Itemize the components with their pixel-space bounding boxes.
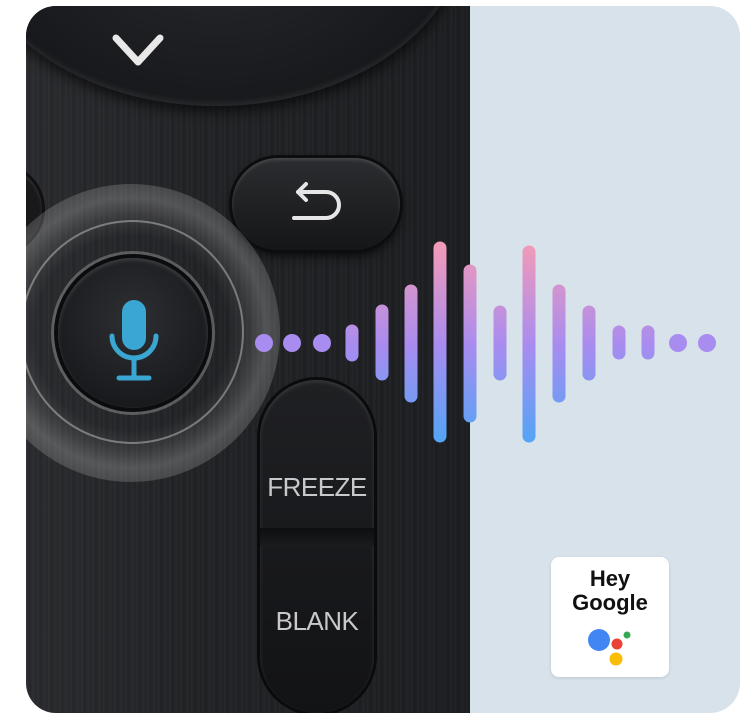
badge-line-2: Google [572, 590, 648, 615]
promo-card: FREEZE BLANK Hey Google [26, 6, 740, 713]
badge-line-1: Hey [589, 566, 631, 591]
wave-dot [698, 334, 716, 352]
google-assistant-icon [588, 629, 631, 666]
hey-google-badge: Hey Google [551, 557, 669, 677]
wave-dot [255, 334, 273, 352]
wave-dot [313, 334, 331, 352]
wave-dot [669, 334, 687, 352]
wave-dot [283, 334, 301, 352]
